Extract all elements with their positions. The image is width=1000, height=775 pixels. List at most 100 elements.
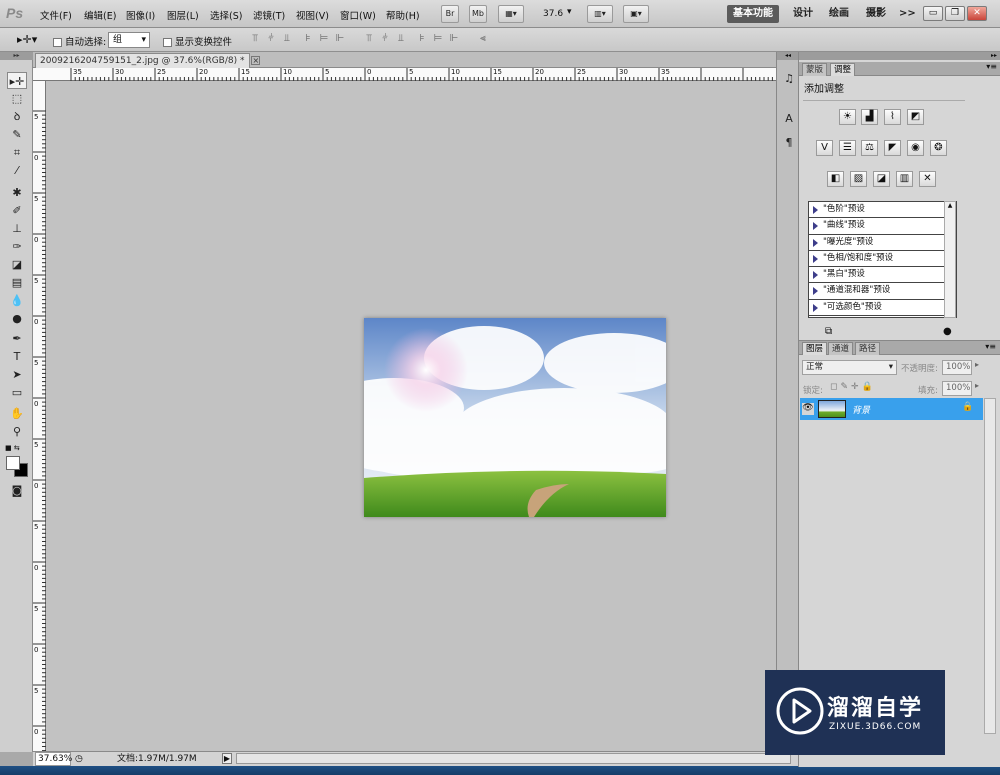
blend-mode-select[interactable]: 正常 ▾ [802, 360, 897, 375]
menu-select[interactable]: 选择(S) [210, 8, 242, 22]
preset-hue-saturation[interactable]: "色相/饱和度"预设 [809, 251, 956, 268]
preset-selective-color[interactable]: "可选颜色"预设 [809, 300, 956, 317]
zoom-field[interactable]: 37.63% [35, 752, 72, 766]
menu-image[interactable]: 图像(I) [126, 8, 155, 22]
history-brush-tool-icon[interactable]: ✑ [7, 238, 27, 255]
align-bottom-icon[interactable]: ⫫ [280, 33, 294, 45]
collapse-icon[interactable]: ▸▸ [0, 52, 33, 60]
layers-scrollbar[interactable] [984, 398, 996, 734]
view-extras-button[interactable]: ▦▾ [498, 5, 524, 23]
eyedropper-tool-icon[interactable]: ⁄ [7, 162, 27, 179]
preset-curves[interactable]: "曲线"预设 [809, 218, 956, 235]
fill-slider-arrow-icon[interactable]: ▸ [975, 381, 979, 390]
document-image[interactable] [364, 318, 666, 517]
invert-icon[interactable]: ◧ [827, 171, 844, 187]
screen-mode-button[interactable]: ▣▾ [623, 5, 649, 23]
align-top-icon[interactable]: ⫪ [248, 33, 262, 45]
tab-layers[interactable]: 图层 [802, 342, 828, 355]
foreground-color-swatch[interactable] [6, 456, 20, 470]
arrange-documents-button[interactable]: ▥▾ [587, 5, 613, 23]
photo-filter-icon[interactable]: ◉ [907, 140, 924, 156]
auto-align-icon[interactable]: ⫷ [476, 33, 490, 45]
layer-row[interactable]: 👁 背景 🔒 [800, 398, 983, 420]
clip-to-layer-icon[interactable]: ⧉ [825, 326, 832, 337]
type-tool-icon[interactable]: T [7, 348, 27, 365]
layer-name[interactable]: 背景 [852, 403, 870, 416]
posterize-icon[interactable]: ▨ [850, 171, 867, 187]
character-panel-icon[interactable]: A [781, 112, 797, 130]
align-left-icon[interactable]: ⊧ [301, 33, 315, 45]
menu-layer[interactable]: 图层(L) [167, 8, 199, 22]
new-adjustment-icon[interactable]: ● [943, 326, 952, 337]
document-tab[interactable]: 2009216204759151_2.jpg @ 37.6%(RGB/8) * … [35, 53, 261, 68]
default-colors-icon[interactable]: ■ ⇆ [5, 444, 27, 452]
opacity-slider-arrow-icon[interactable]: ▸ [975, 360, 979, 369]
move-tool-preset-icon[interactable]: ▸✛▾ [17, 33, 37, 46]
preset-channel-mixer[interactable]: "通道混和器"预设 [809, 283, 956, 300]
bridge-button[interactable]: Br [441, 5, 459, 23]
chevron-down-icon[interactable]: ▾ [567, 7, 572, 17]
clone-stamp-tool-icon[interactable]: ⊥ [7, 220, 27, 237]
hue-saturation-icon[interactable]: ☰ [839, 140, 856, 156]
panel-menu-icon[interactable]: ▾≡ [986, 62, 997, 71]
exposure-icon[interactable]: ◩ [907, 109, 924, 125]
preset-levels[interactable]: "色阶"预设 [809, 202, 956, 219]
workspace-painting[interactable]: 绘画 [823, 5, 855, 23]
distribute-right-icon[interactable]: ⊩ [447, 33, 461, 45]
shape-tool-icon[interactable]: ▭ [7, 384, 27, 401]
preset-exposure[interactable]: "曝光度"预设 [809, 235, 956, 251]
eye-icon[interactable]: 👁 [802, 403, 814, 415]
black-white-icon[interactable]: ◤ [884, 140, 901, 156]
brush-tool-icon[interactable]: ✐ [7, 202, 27, 219]
gradient-tool-icon[interactable]: ▤ [7, 274, 27, 291]
workspace-design[interactable]: 设计 [787, 5, 819, 23]
pen-tool-icon[interactable]: ✒ [7, 330, 27, 347]
minimize-button[interactable]: ▭ [923, 6, 943, 21]
panel-collapse-icon[interactable]: ▸▸ [799, 52, 1000, 60]
mini-bridge-button[interactable]: Mb [469, 5, 487, 23]
menu-edit[interactable]: 编辑(E) [84, 8, 116, 22]
gradient-map-icon[interactable]: ▥ [896, 171, 913, 187]
workspace-more[interactable]: >> [893, 5, 922, 23]
distribute-bottom-icon[interactable]: ⫫ [394, 33, 408, 45]
marquee-tool-icon[interactable]: ⬚ [7, 90, 27, 107]
threshold-icon[interactable]: ◪ [873, 171, 890, 187]
menu-filter[interactable]: 滤镜(T) [253, 8, 285, 22]
brightness-contrast-icon[interactable]: ☀ [839, 109, 856, 125]
preset-black-white[interactable]: "黑白"预设 [809, 267, 956, 284]
distribute-left-icon[interactable]: ⊧ [415, 33, 429, 45]
menu-view[interactable]: 视图(V) [296, 8, 329, 22]
align-vcenter-icon[interactable]: ⫩ [264, 33, 278, 45]
tab-adjustments[interactable]: 调整 [830, 63, 856, 76]
close-button[interactable]: ✕ [967, 6, 987, 21]
crop-tool-icon[interactable]: ⌗ [7, 144, 27, 161]
zoom-level[interactable]: 37.6 [543, 9, 563, 19]
presets-scrollbar[interactable]: ▲ [944, 201, 956, 318]
auto-select-dropdown[interactable]: 组 ▾ [108, 32, 150, 48]
show-transform-checkbox[interactable]: 显示变换控件 [163, 34, 232, 48]
distribute-hcenter-icon[interactable]: ⊨ [431, 33, 445, 45]
quick-mask-icon[interactable]: ◙ [7, 482, 27, 499]
menu-window[interactable]: 窗口(W) [340, 8, 376, 22]
menu-help[interactable]: 帮助(H) [386, 8, 420, 22]
panel-menu-icon[interactable]: ▾≡ [985, 342, 996, 351]
path-select-tool-icon[interactable]: ➤ [7, 366, 27, 383]
blur-tool-icon[interactable]: 💧 [7, 292, 27, 309]
status-menu-arrow-icon[interactable]: ▶ [222, 753, 232, 764]
auto-select-checkbox[interactable]: 自动选择: [53, 34, 106, 48]
align-right-icon[interactable]: ⊩ [333, 33, 347, 45]
status-info-icon[interactable]: ◷ [75, 752, 83, 766]
restore-button[interactable]: ❐ [945, 6, 965, 21]
checkbox-icon[interactable] [163, 38, 172, 47]
zoom-tool-icon[interactable]: ⚲ [7, 423, 27, 440]
lock-icons[interactable]: ◻✎✛🔒 [830, 382, 876, 392]
color-balance-icon[interactable]: ⚖ [861, 140, 878, 156]
eraser-tool-icon[interactable]: ◪ [7, 256, 27, 273]
vibrance-icon[interactable]: V [816, 140, 833, 156]
channel-mixer-icon[interactable]: ❂ [930, 140, 947, 156]
curves-icon[interactable]: ⌇ [884, 109, 901, 125]
expand-icon[interactable]: ◂◂ [777, 52, 799, 60]
history-panel-icon[interactable]: ♫ [781, 72, 797, 90]
menu-file[interactable]: 文件(F) [40, 8, 72, 22]
paragraph-panel-icon[interactable]: ¶ [781, 136, 797, 154]
